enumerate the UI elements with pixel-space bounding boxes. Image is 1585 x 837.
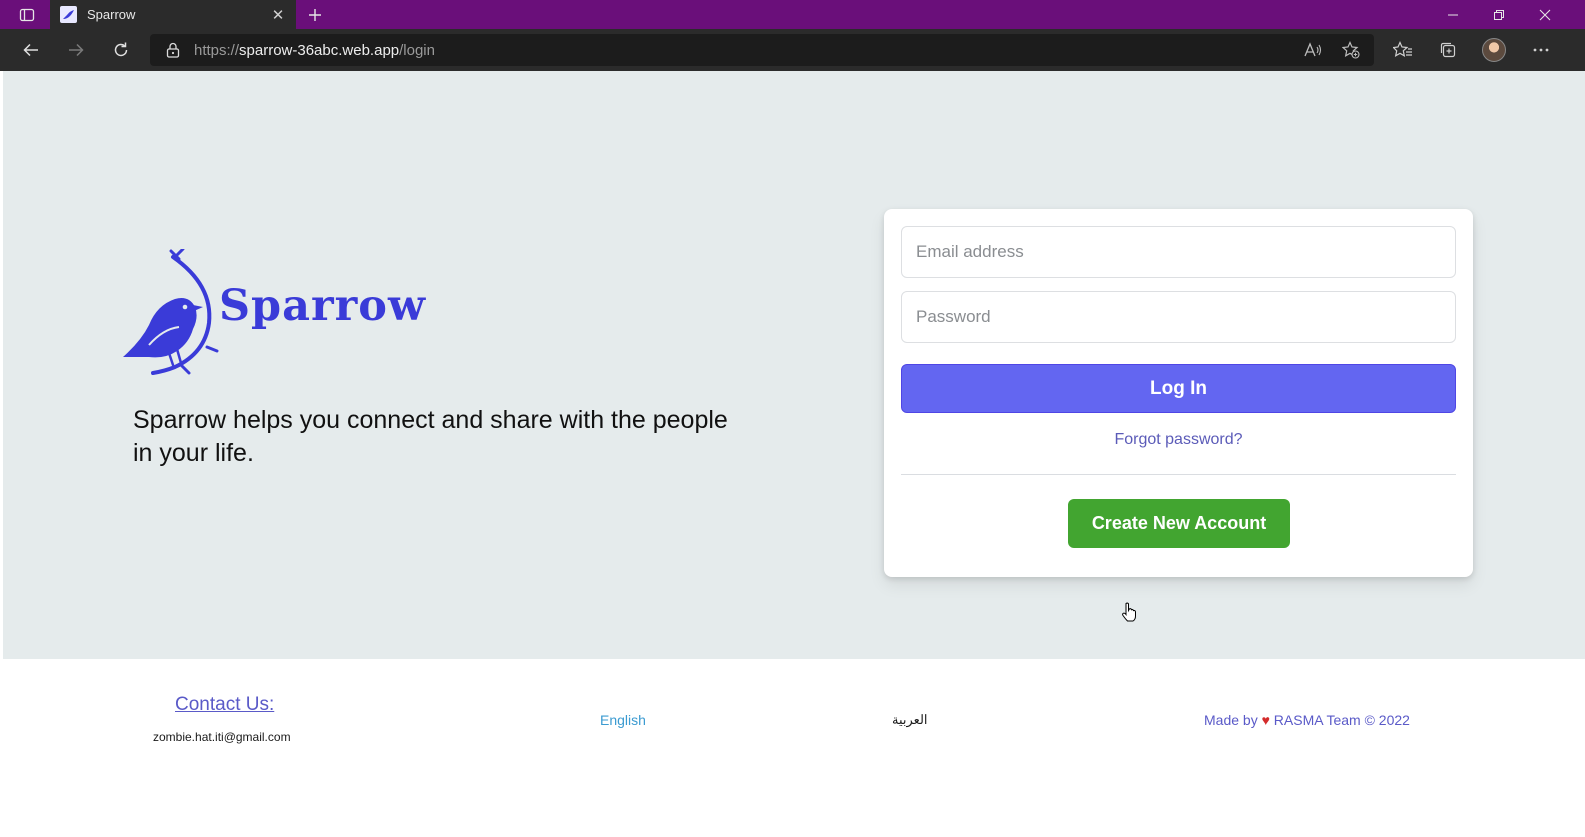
restore-icon	[1494, 9, 1504, 20]
create-account-button[interactable]: Create New Account	[1068, 499, 1290, 548]
browser-title-bar: Sparrow ✕	[0, 0, 1585, 29]
tab-close-icon[interactable]: ✕	[270, 6, 286, 24]
profile-button[interactable]	[1477, 33, 1511, 67]
heart-icon: ♥	[1261, 712, 1270, 728]
read-aloud-icon	[1304, 42, 1322, 57]
password-input[interactable]	[901, 291, 1456, 343]
url-path: /login	[399, 41, 435, 59]
arrow-left-icon	[23, 43, 38, 57]
minimize-button[interactable]	[1430, 0, 1476, 29]
footer: Contact Us: zombie.hat.iti@gmail.com Eng…	[3, 659, 1585, 837]
back-button[interactable]	[14, 33, 48, 67]
add-favorite-button[interactable]	[1338, 38, 1364, 62]
made-by-suffix: RASMA Team © 2022	[1273, 712, 1410, 728]
email-input[interactable]	[901, 226, 1456, 278]
browser-toolbar: https://sparrow-36abc.web.app/login	[0, 29, 1585, 71]
url-host: sparrow-36abc.web.app	[239, 41, 400, 59]
sparrow-bird-icon	[123, 247, 219, 375]
made-by-prefix: Made by	[1204, 712, 1258, 728]
divider	[901, 474, 1456, 475]
brand-name: Sparrow	[219, 281, 426, 331]
login-card: Log In Forgot password? Create New Accou…	[884, 209, 1473, 577]
brand-tagline: Sparrow helps you connect and share with…	[133, 406, 728, 467]
sparrow-favicon-icon	[60, 6, 77, 23]
minimize-icon	[1448, 14, 1458, 15]
tab-actions-icon	[19, 8, 35, 21]
star-add-icon	[1342, 41, 1360, 59]
refresh-button[interactable]	[104, 33, 138, 67]
hero-section: Sparrow Sparrow helps you connect and sh…	[3, 71, 1585, 659]
forward-button[interactable]	[59, 33, 93, 67]
more-menu-button[interactable]	[1524, 33, 1558, 67]
close-icon	[1539, 9, 1551, 20]
login-button[interactable]: Log In	[901, 364, 1456, 413]
url-text[interactable]: https://sparrow-36abc.web.app/login	[194, 42, 435, 59]
page: Sparrow Sparrow helps you connect and sh…	[3, 71, 1585, 837]
plus-icon	[309, 9, 321, 21]
collections-button[interactable]	[1431, 33, 1465, 67]
more-icon	[1533, 48, 1549, 52]
address-bar[interactable]: https://sparrow-36abc.web.app/login	[150, 34, 1374, 66]
new-tab-button[interactable]	[302, 2, 328, 28]
favorites-icon	[1393, 41, 1412, 57]
close-window-button[interactable]	[1522, 0, 1568, 29]
hand-pointer-icon	[1122, 602, 1136, 622]
made-by-credit: Made by ♥ RASMA Team © 2022	[1204, 712, 1410, 728]
arrow-right-icon	[69, 43, 84, 57]
profile-avatar	[1482, 38, 1506, 62]
read-aloud-button[interactable]	[1300, 38, 1326, 62]
forgot-password-link[interactable]: Forgot password?	[884, 431, 1473, 449]
tab-title: Sparrow	[87, 7, 136, 22]
refresh-icon	[114, 42, 128, 57]
restore-button[interactable]	[1476, 0, 1522, 29]
collections-icon	[1440, 42, 1456, 58]
contact-us-link[interactable]: Contact Us:	[175, 694, 274, 716]
sparrow-logo: Sparrow	[119, 247, 429, 379]
contact-email: zombie.hat.iti@gmail.com	[153, 730, 291, 744]
lock-icon	[166, 42, 180, 58]
favorites-button[interactable]	[1386, 33, 1420, 67]
url-scheme: https://	[194, 41, 240, 59]
language-arabic-link[interactable]: العربية	[892, 712, 928, 728]
tab-actions-button[interactable]	[6, 0, 48, 29]
browser-tab-active[interactable]: Sparrow ✕	[50, 0, 296, 29]
language-english-link[interactable]: English	[600, 712, 646, 728]
